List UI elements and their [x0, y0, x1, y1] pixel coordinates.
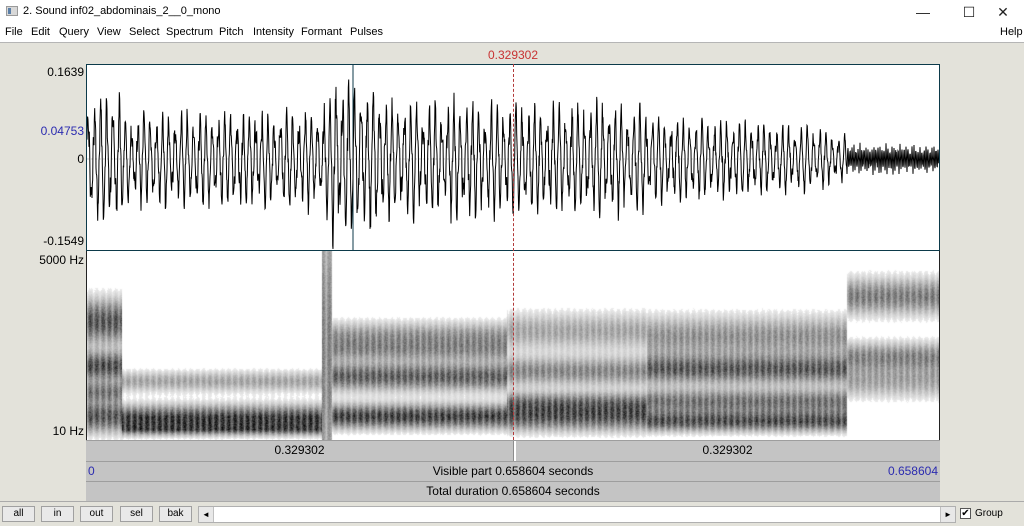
menu-edit[interactable]: Edit [31, 26, 50, 38]
bottom-toolbar: all in out sel bak ◄ ► ✔ Group [0, 501, 1024, 526]
zoom-in-button[interactable]: in [41, 506, 74, 522]
visible-part-label: Visible part 0.658604 seconds [432, 464, 594, 478]
menu-pulses[interactable]: Pulses [350, 26, 383, 38]
window-title: 2. Sound inf02_abdominais_2__0_mono [23, 5, 221, 17]
horizontal-scrollbar[interactable]: ◄ ► [198, 506, 956, 523]
left-segment-duration[interactable]: 0.329302 [86, 441, 513, 461]
menu-intensity[interactable]: Intensity [253, 26, 294, 38]
right-segment-duration[interactable]: 0.329302 [515, 441, 940, 461]
visible-part-bar[interactable]: 0 Visible part 0.658604 seconds 0.658604 [86, 461, 940, 481]
close-button[interactable]: ✕ [980, 0, 1024, 24]
menu-help[interactable]: Help [1000, 26, 1023, 38]
group-checkbox[interactable]: ✔ [960, 508, 971, 519]
visible-end-time: 0.658604 [887, 464, 938, 478]
group-label: Group [975, 508, 1003, 519]
scroll-left-arrow-icon[interactable]: ◄ [199, 507, 214, 522]
title-bar: 2. Sound inf02_abdominais_2__0_mono — ☐ … [0, 0, 1024, 24]
waveform-y-max: 0.1639 [47, 65, 84, 79]
zoom-out-button[interactable]: out [80, 506, 113, 522]
zoom-all-button[interactable]: all [2, 506, 35, 522]
total-duration-label: Total duration 0.658604 seconds [426, 484, 600, 498]
zoom-selection-button[interactable]: sel [120, 506, 153, 522]
menu-spectrum[interactable]: Spectrum [166, 26, 213, 38]
zoom-back-button[interactable]: bak [159, 506, 192, 522]
minimize-button[interactable]: — [900, 0, 946, 24]
menu-formant[interactable]: Formant [301, 26, 342, 38]
spectrogram-y-top: 5000 Hz [39, 253, 84, 267]
app-icon [6, 6, 18, 16]
menu-pitch[interactable]: Pitch [219, 26, 243, 38]
cursor-line [513, 64, 514, 440]
menu-select[interactable]: Select [129, 26, 160, 38]
menu-file[interactable]: File [5, 26, 23, 38]
menu-bar: File Edit Query View Select Spectrum Pit… [0, 24, 1024, 43]
selection-time-bar: 0.329302 0.329302 [86, 440, 940, 461]
spectrogram-y-bottom: 10 Hz [52, 424, 84, 438]
waveform-y-min: -0.1549 [43, 234, 84, 248]
waveform-y-zero: 0 [77, 152, 84, 166]
cursor-time-label: 0.329302 [487, 48, 539, 62]
total-duration-bar[interactable]: Total duration 0.658604 seconds [86, 481, 940, 501]
menu-view[interactable]: View [97, 26, 121, 38]
scroll-right-arrow-icon[interactable]: ► [940, 507, 955, 522]
waveform-y-cursor-value: 0.04753 [40, 124, 84, 138]
menu-query[interactable]: Query [59, 26, 89, 38]
